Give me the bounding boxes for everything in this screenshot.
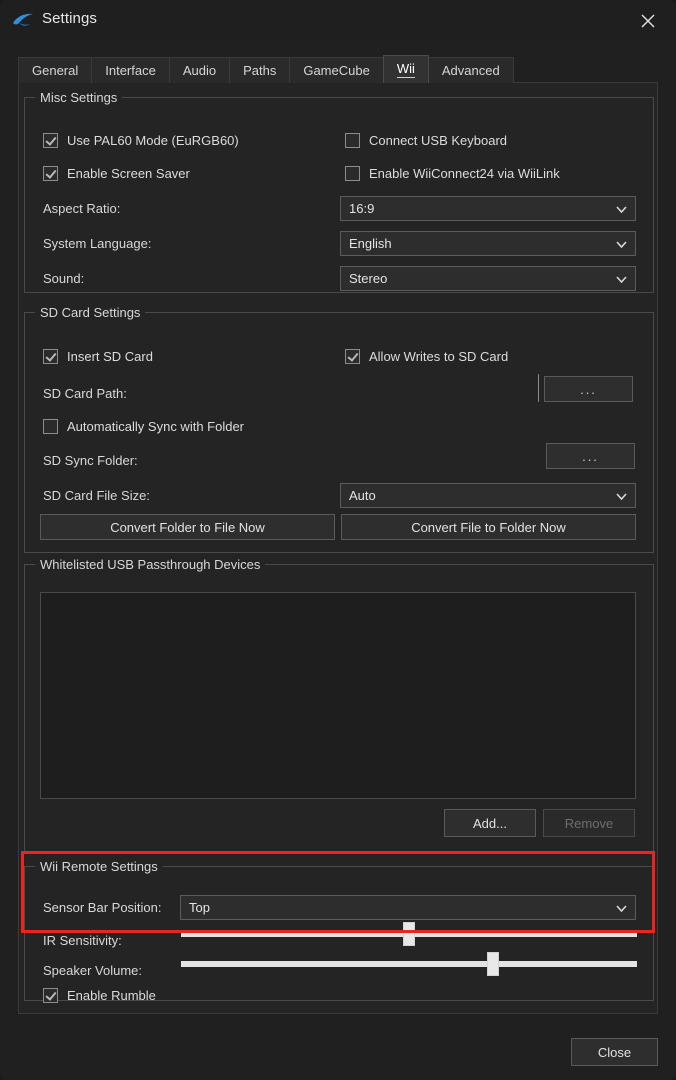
tab-paths[interactable]: Paths [229, 57, 290, 83]
tab-gamecube[interactable]: GameCube [289, 57, 383, 83]
checkbox-enable-wiiconnect24[interactable]: Enable WiiConnect24 via WiiLink [345, 166, 560, 181]
checkbox-enable-rumble-label: Enable Rumble [67, 988, 156, 1003]
label-sd-card-path: SD Card Path: [43, 386, 127, 401]
label-aspect-ratio: Aspect Ratio: [43, 201, 120, 216]
tab-paths-label: Paths [243, 63, 276, 78]
checkbox-insert-sd-card[interactable]: Insert SD Card [43, 349, 153, 364]
combo-sd-card-file-size-value: Auto [349, 488, 376, 503]
label-speaker-volume: Speaker Volume: [43, 963, 142, 978]
label-sd-sync-folder: SD Sync Folder: [43, 453, 138, 468]
window-title: Settings [42, 10, 97, 27]
checkbox-allow-writes-sd-card-box [345, 349, 360, 364]
checkbox-use-pal60-box [43, 133, 58, 148]
tab-wii-label: Wii [397, 61, 415, 78]
label-ir-sensitivity: IR Sensitivity: [43, 933, 122, 948]
label-sound: Sound: [43, 271, 84, 286]
checkbox-auto-sync-folder-box [43, 419, 58, 434]
group-usb-passthrough-title: Whitelisted USB Passthrough Devices [35, 557, 265, 572]
convert-folder-to-file-button[interactable]: Convert Folder to File Now [40, 514, 335, 540]
checkbox-auto-sync-folder[interactable]: Automatically Sync with Folder [43, 419, 244, 434]
combo-sensor-bar-position[interactable]: Top [180, 895, 636, 920]
checkbox-enable-wiiconnect24-box [345, 166, 360, 181]
combo-system-language[interactable]: English [340, 231, 636, 256]
group-misc-settings-title: Misc Settings [35, 90, 122, 105]
remove-device-button: Remove [543, 809, 635, 837]
label-sensor-bar-position: Sensor Bar Position: [43, 900, 162, 915]
group-misc-settings: Misc Settings Use PAL60 Mode (EuRGB60) C… [24, 97, 654, 293]
tab-interface-label: Interface [105, 63, 156, 78]
close-button[interactable]: Close [571, 1038, 658, 1066]
combo-aspect-ratio[interactable]: 16:9 [340, 196, 636, 221]
tab-audio[interactable]: Audio [169, 57, 230, 83]
tab-advanced-label: Advanced [442, 63, 500, 78]
checkbox-enable-screen-saver-label: Enable Screen Saver [67, 166, 190, 181]
checkbox-connect-usb-keyboard-box [345, 133, 360, 148]
settings-tab-bar: General Interface Audio Paths GameCube W… [18, 55, 513, 83]
checkbox-use-pal60[interactable]: Use PAL60 Mode (EuRGB60) [43, 133, 239, 148]
checkbox-enable-rumble-box [43, 988, 58, 1003]
checkbox-connect-usb-keyboard[interactable]: Connect USB Keyboard [345, 133, 507, 148]
tab-advanced[interactable]: Advanced [428, 57, 514, 83]
checkbox-allow-writes-sd-card-label: Allow Writes to SD Card [369, 349, 508, 364]
checkbox-use-pal60-label: Use PAL60 Mode (EuRGB60) [67, 133, 239, 148]
chevron-down-icon [616, 270, 627, 288]
chevron-down-icon [616, 200, 627, 218]
checkbox-enable-rumble[interactable]: Enable Rumble [43, 988, 156, 1003]
tab-general-label: General [32, 63, 78, 78]
tab-interface[interactable]: Interface [91, 57, 170, 83]
checkbox-auto-sync-folder-label: Automatically Sync with Folder [67, 419, 244, 434]
combo-sd-card-file-size[interactable]: Auto [340, 483, 636, 508]
slider-ir-sensitivity[interactable] [181, 922, 637, 946]
close-icon[interactable] [628, 4, 668, 38]
label-sd-card-file-size: SD Card File Size: [43, 488, 150, 503]
group-wii-remote-settings-title: Wii Remote Settings [35, 859, 163, 874]
group-wii-remote-settings: Wii Remote Settings Sensor Bar Position:… [24, 866, 654, 1001]
wii-tab-page: Misc Settings Use PAL60 Mode (EuRGB60) C… [18, 82, 658, 1014]
tab-general[interactable]: General [18, 57, 92, 83]
slider-speaker-volume[interactable] [181, 952, 637, 976]
group-sd-card-settings-title: SD Card Settings [35, 305, 145, 320]
tab-wii[interactable]: Wii [383, 55, 429, 83]
label-system-language: System Language: [43, 236, 151, 251]
title-bar: Settings [0, 0, 676, 42]
combo-sound[interactable]: Stereo [340, 266, 636, 291]
chevron-down-icon [616, 487, 627, 505]
combo-system-language-value: English [349, 236, 392, 251]
checkbox-allow-writes-sd-card[interactable]: Allow Writes to SD Card [345, 349, 508, 364]
checkbox-insert-sd-card-box [43, 349, 58, 364]
add-device-button[interactable]: Add... [444, 809, 536, 837]
convert-file-to-folder-button[interactable]: Convert File to Folder Now [341, 514, 636, 540]
chevron-down-icon [616, 899, 627, 917]
settings-window: Settings General Interface Audio Paths G… [0, 0, 676, 1080]
checkbox-enable-screen-saver[interactable]: Enable Screen Saver [43, 166, 190, 181]
sd-card-path-input[interactable] [538, 374, 539, 402]
group-usb-passthrough: Whitelisted USB Passthrough Devices Add.… [24, 564, 654, 854]
group-sd-card-settings: SD Card Settings Insert SD Card Allow Wr… [24, 312, 654, 553]
tab-gamecube-label: GameCube [303, 63, 369, 78]
combo-sensor-bar-position-value: Top [189, 900, 210, 915]
slider-speaker-volume-handle[interactable] [487, 952, 499, 976]
sd-card-path-browse-button[interactable]: ... [544, 376, 633, 402]
sd-sync-folder-browse-button[interactable]: ... [546, 443, 635, 469]
checkbox-insert-sd-card-label: Insert SD Card [67, 349, 153, 364]
combo-aspect-ratio-value: 16:9 [349, 201, 374, 216]
slider-ir-sensitivity-handle[interactable] [403, 922, 415, 946]
combo-sound-value: Stereo [349, 271, 387, 286]
chevron-down-icon [616, 235, 627, 253]
checkbox-connect-usb-keyboard-label: Connect USB Keyboard [369, 133, 507, 148]
dolphin-logo-icon [12, 12, 34, 30]
usb-device-list[interactable] [40, 592, 636, 799]
tab-audio-label: Audio [183, 63, 216, 78]
checkbox-enable-wiiconnect24-label: Enable WiiConnect24 via WiiLink [369, 166, 560, 181]
slider-speaker-volume-groove [181, 961, 637, 967]
checkbox-enable-screen-saver-box [43, 166, 58, 181]
